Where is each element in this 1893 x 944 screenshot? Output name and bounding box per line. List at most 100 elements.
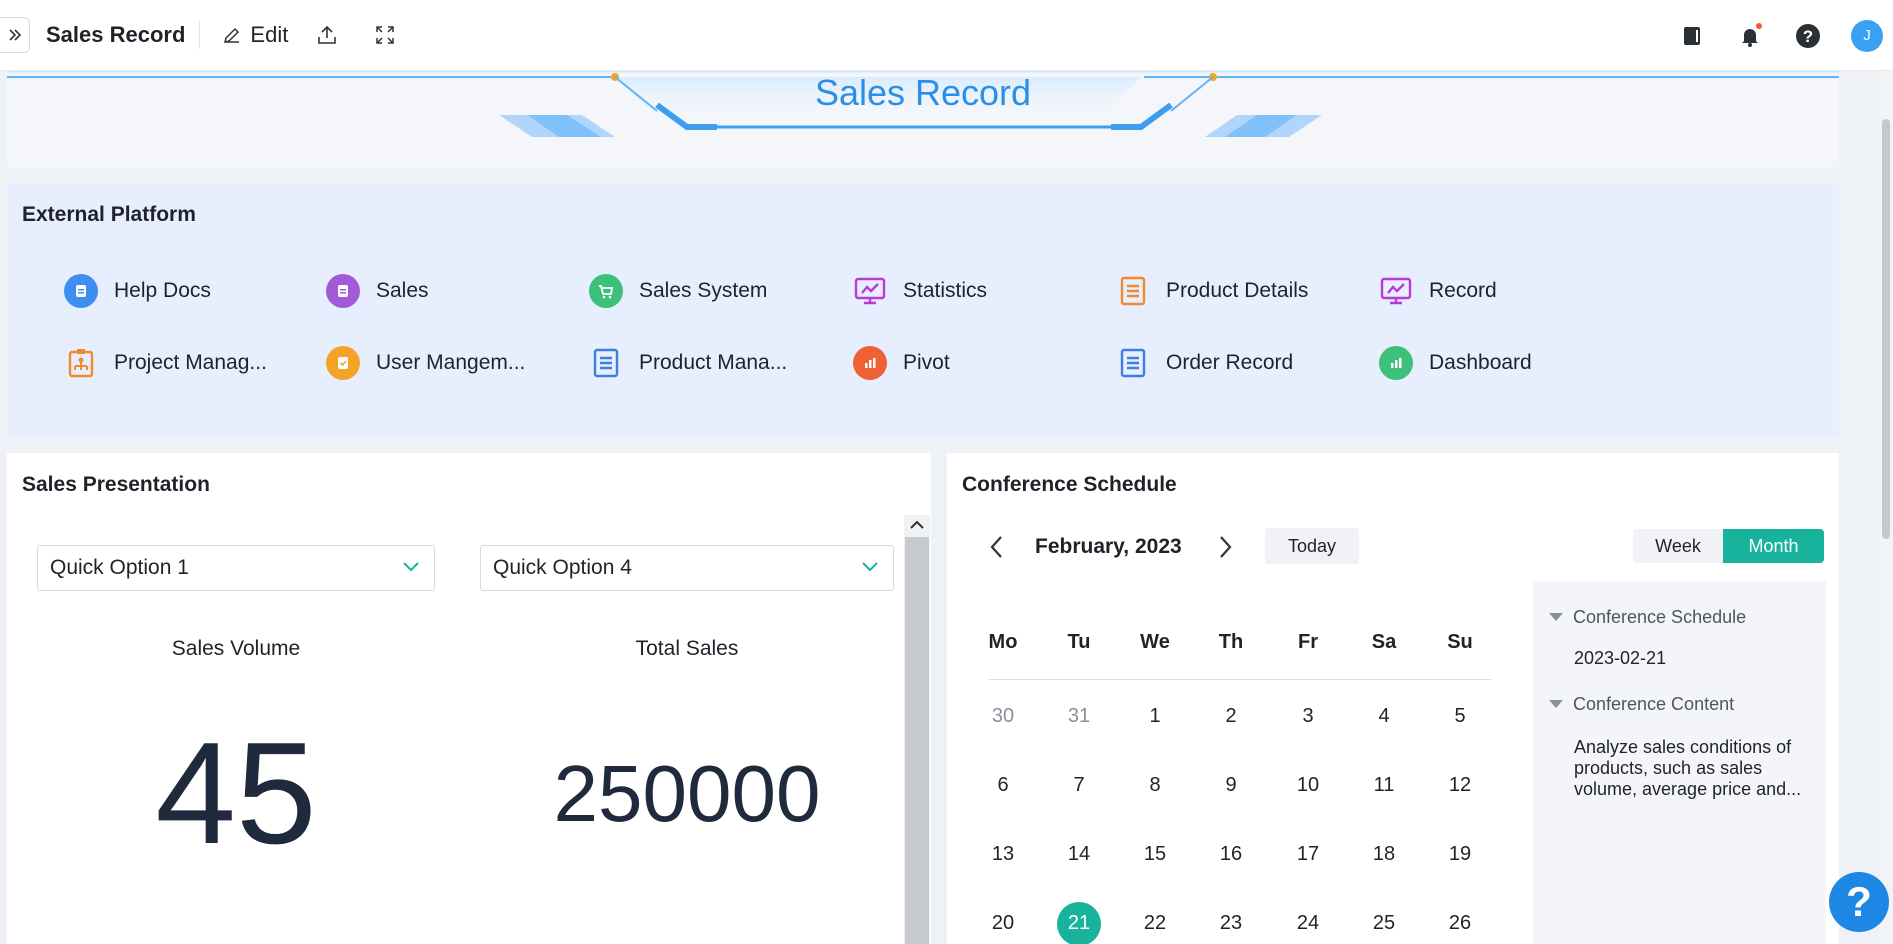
calendar-day[interactable]: 31 [1054,705,1104,728]
calendar-day[interactable]: 18 [1359,843,1409,866]
sales-presentation-panel: Sales Presentation Quick Option 1 Quick … [7,453,931,944]
calendar-day[interactable]: 30 [978,705,1028,728]
app-title: Sales Record [46,22,186,47]
event-detail-panel: Conference Schedule 2023-02-21 Conferenc… [1533,581,1826,944]
edit-label: Edit [250,22,289,47]
calendar-day[interactable]: 25 [1359,912,1409,935]
weekday-header: Th [1218,631,1244,653]
platform-item-product-management[interactable]: Product Mana... [588,345,787,381]
calendar-day[interactable]: 20 [978,912,1028,935]
calendar-day[interactable]: 4 [1359,705,1409,728]
panel-scrollbar-thumb[interactable] [905,537,929,944]
calendar-day[interactable]: 7 [1054,774,1104,797]
platform-item-label: Help Docs [114,279,211,302]
book-button[interactable] [1677,21,1707,51]
calendar-day[interactable]: 13 [978,843,1028,866]
weekday-header: Mo [988,631,1018,653]
doc-circle-icon [63,273,99,309]
platform-item-label: Dashboard [1429,351,1532,374]
calendar-day[interactable]: 2 [1206,705,1256,728]
help-fab-button[interactable]: ? [1829,872,1889,932]
page-scrollbar-thumb[interactable] [1882,119,1890,539]
content-line: Analyze sales conditions of [1574,737,1792,757]
calendar-day[interactable]: 22 [1130,912,1180,935]
platform-item-statistics[interactable]: Statistics [852,273,987,309]
conference-schedule-panel: Conference Schedule February, 2023 Today… [947,453,1839,944]
calendar-day[interactable]: 14 [1054,843,1104,866]
avatar[interactable]: J [1851,19,1883,52]
calendar-day[interactable]: 19 [1435,843,1485,866]
calendar-header-divider [989,679,1491,680]
monitor-chart-icon [852,273,888,309]
platform-item-label: Sales [376,279,429,302]
content-line: volume, average price and... [1574,779,1802,799]
notification-dot [1754,20,1764,31]
calendar-day[interactable]: 15 [1130,843,1180,866]
section-title: Sales Presentation [22,473,210,496]
calendar-day[interactable]: 5 [1435,705,1485,728]
list-doc-icon [588,345,624,381]
section-title: External Platform [22,203,196,226]
platform-item-label: Record [1429,279,1497,302]
notifications-button[interactable] [1735,20,1765,51]
content-label: Conference Content [1573,694,1735,714]
fullscreen-button[interactable] [374,24,404,46]
platform-item-sales[interactable]: Sales [325,273,429,309]
chevron-left-icon[interactable] [989,535,1005,559]
platform-item-project-management[interactable]: Project Manag... [63,345,267,381]
calendar-day[interactable]: 1 [1130,705,1180,728]
calendar-day[interactable]: 8 [1130,774,1180,797]
platform-item-record[interactable]: Record [1378,273,1497,309]
platform-item-label: Product Mana... [639,351,788,374]
platform-item-sales-system[interactable]: Sales System [588,273,767,309]
platform-item-order-record[interactable]: Order Record [1115,345,1293,381]
platform-item-label: Statistics [903,279,988,302]
calendar-day[interactable]: 23 [1206,912,1256,935]
sales-volume-label: Sales Volume [171,637,301,660]
quick-option-select-2[interactable]: Quick Option 4 [480,545,894,591]
calendar-day[interactable]: 6 [978,774,1028,797]
chevron-right-icon[interactable] [1217,535,1233,559]
select-value: Quick Option 4 [493,556,632,579]
platform-item-pivot[interactable]: Pivot [852,345,950,381]
caret-down-icon [1549,613,1563,621]
question-mark-icon: ? [1846,878,1872,925]
page-scrollbar[interactable] [1879,71,1893,944]
weekday-header: Sa [1371,631,1397,653]
weekday-header: Fr [1298,631,1318,653]
expand-sidebar-button[interactable] [0,17,30,53]
week-view-button[interactable]: Week [1633,529,1723,563]
upload-icon [318,25,337,44]
help-button[interactable]: ? [1793,21,1823,51]
platform-item-dashboard[interactable]: Dashboard [1378,345,1532,381]
calendar-day[interactable]: 26 [1435,912,1485,935]
calendar-day[interactable]: 9 [1206,774,1256,797]
panel-scrollbar[interactable] [904,515,930,944]
today-button[interactable]: Today [1265,528,1359,564]
calendar-day[interactable]: 3 [1283,705,1333,728]
platform-item-label: User Mangem... [376,351,526,374]
platform-item-help-docs[interactable]: Help Docs [63,273,211,309]
edit-button[interactable]: Edit [222,22,288,48]
weekday-header: We [1140,631,1170,653]
calendar-day[interactable]: 16 [1206,843,1256,866]
calendar-day[interactable]: 10 [1283,774,1333,797]
share-button[interactable] [316,24,346,46]
month-view-button[interactable]: Month [1723,529,1824,563]
top-bar-right: ? J [1677,0,1893,71]
calendar-day[interactable]: 24 [1283,912,1333,935]
calendar-day-selected[interactable]: 21 [1054,912,1104,935]
platform-item-user-management[interactable]: User Mangem... [325,345,525,381]
banner-title: Sales Record [814,72,1032,113]
content-text: Analyze sales conditions of products, su… [1574,737,1801,800]
quick-option-select-1[interactable]: Quick Option 1 [37,545,435,591]
calendar-day[interactable]: 17 [1283,843,1333,866]
list-doc-icon [1115,273,1151,309]
double-chevron-right-icon [8,29,21,41]
calendar-day[interactable]: 12 [1435,774,1485,797]
calendar-day[interactable]: 11 [1359,774,1409,797]
chevron-up-icon [910,520,924,529]
chevron-down-icon [862,562,878,572]
platform-item-product-details[interactable]: Product Details [1115,273,1308,309]
chevron-down-icon [403,562,419,572]
